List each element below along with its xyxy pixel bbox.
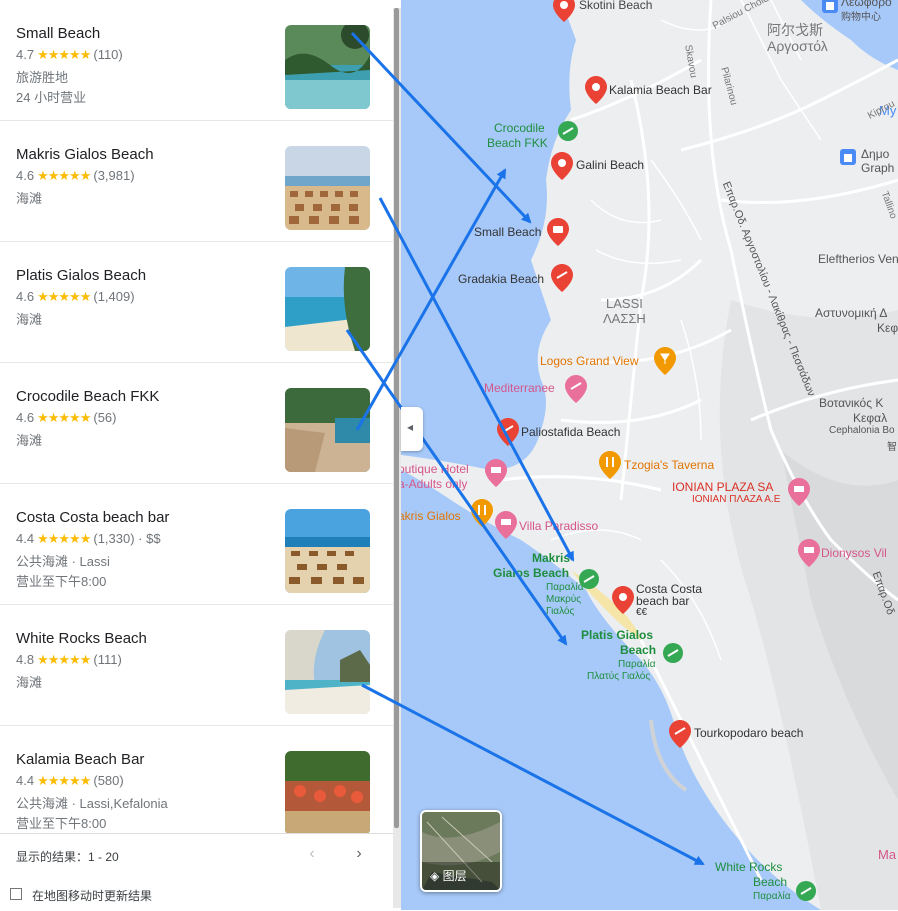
layers-icon: ◈ xyxy=(430,869,440,883)
arrow-small-beach xyxy=(350,31,532,224)
arrow-makris-gialos xyxy=(378,197,575,562)
collapse-sidebar-button[interactable]: ◂ xyxy=(401,407,423,451)
collapse-arrow-icon: ◂ xyxy=(407,420,414,434)
layers-label: 图层 xyxy=(442,869,467,883)
annotation-arrows xyxy=(345,31,705,866)
arrow-white-rocks xyxy=(361,683,705,866)
layers-label-row: ◈ 图层 xyxy=(430,867,467,884)
layers-button[interactable]: ◈ 图层 xyxy=(420,810,502,892)
